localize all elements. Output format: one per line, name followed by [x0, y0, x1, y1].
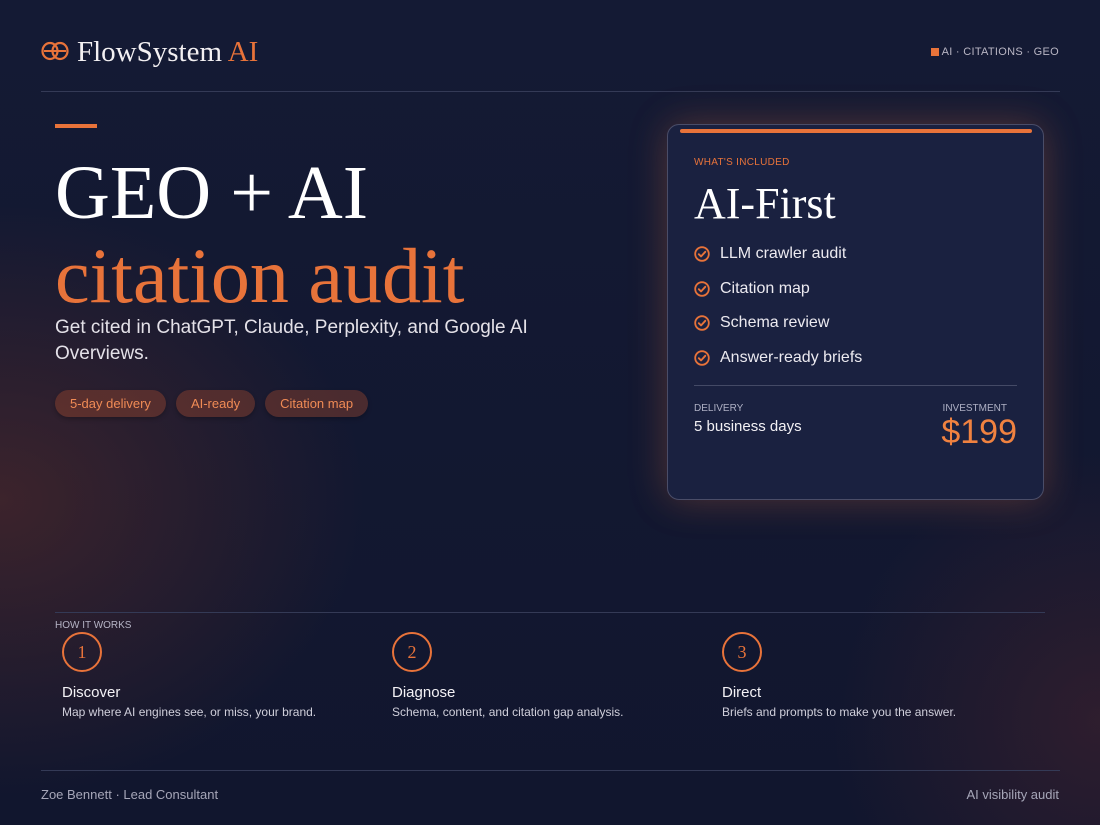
brand-accent: AI: [227, 36, 259, 68]
section-divider: [55, 612, 1045, 613]
feature-label: Citation map: [720, 279, 810, 297]
feature-item: Answer-ready briefs: [694, 341, 862, 376]
feature-item: Citation map: [694, 272, 862, 307]
hero-title-line-1: GEO + AI: [55, 151, 369, 235]
chip-delivery: 5-day delivery: [55, 390, 166, 417]
check-circle-icon: [694, 281, 710, 297]
delivery-label: DELIVERY: [694, 403, 744, 414]
check-circle-icon: [694, 350, 710, 366]
step-description: Briefs and prompts to make you the answe…: [722, 705, 957, 719]
step-direct: 3 Direct Briefs and prompts to make you …: [722, 632, 1042, 719]
card-eyebrow: WHAT'S INCLUDED: [694, 157, 790, 168]
feature-label: Schema review: [720, 314, 830, 332]
section-label: HOW IT WORKS: [55, 620, 132, 631]
chip-citation-map: Citation map: [265, 390, 369, 417]
step-number: 1: [62, 632, 102, 672]
card-title: AI-First: [694, 179, 836, 228]
footer-divider: [41, 770, 1060, 771]
step-number: 3: [722, 632, 762, 672]
feature-item: LLM crawler audit: [694, 237, 862, 272]
check-circle-icon: [694, 315, 710, 331]
hero-subtitle: Get cited in ChatGPT, Claude, Perplexity…: [55, 317, 528, 364]
brand-name: FlowSystem AI: [77, 36, 258, 69]
check-circle-icon: [694, 246, 710, 262]
card-divider: [694, 385, 1017, 386]
feature-list: LLM crawler audit Citation map Schema re…: [694, 237, 862, 375]
step-diagnose: 2 Diagnose Schema, content, and citation…: [392, 632, 712, 719]
step-discover: 1 Discover Map where AI engines see, or …: [62, 632, 382, 719]
brand-wordmark: FlowSystem: [77, 36, 223, 68]
header-tag-text: AI · CITATIONS · GEO: [941, 46, 1059, 58]
hero-title-line-2: citation audit: [55, 232, 465, 319]
feature-label: Answer-ready briefs: [720, 348, 863, 366]
footer-label: AI visibility audit: [966, 787, 1059, 802]
header-tag: AI · CITATIONS · GEO: [930, 46, 1059, 58]
chip-ai-ready: AI-ready: [175, 390, 256, 417]
feature-item: Schema review: [694, 306, 862, 341]
feature-label: LLM crawler audit: [720, 245, 847, 263]
price: $199: [941, 413, 1017, 451]
step-title: Direct: [722, 684, 762, 701]
step-title: Discover: [62, 684, 121, 701]
header-divider: [41, 91, 1060, 92]
step-title: Diagnose: [392, 684, 456, 701]
hero-accent-bar: [55, 124, 97, 128]
step-description: Map where AI engines see, or miss, your …: [62, 705, 317, 719]
square-icon: [930, 48, 939, 56]
card-accent-bar: [680, 129, 1032, 133]
footer-author: Zoe Bennett · Lead Consultant: [41, 787, 219, 802]
step-description: Schema, content, and citation gap analys…: [392, 705, 624, 719]
pricing-card: WHAT'S INCLUDED AI-First LLM crawler aud…: [667, 124, 1044, 500]
interlocking-rings-icon: [41, 41, 69, 61]
delivery-value: 5 business days: [694, 418, 802, 435]
step-number: 2: [392, 632, 432, 672]
feature-chips: 5-day delivery AI-ready Citation map: [55, 390, 369, 417]
